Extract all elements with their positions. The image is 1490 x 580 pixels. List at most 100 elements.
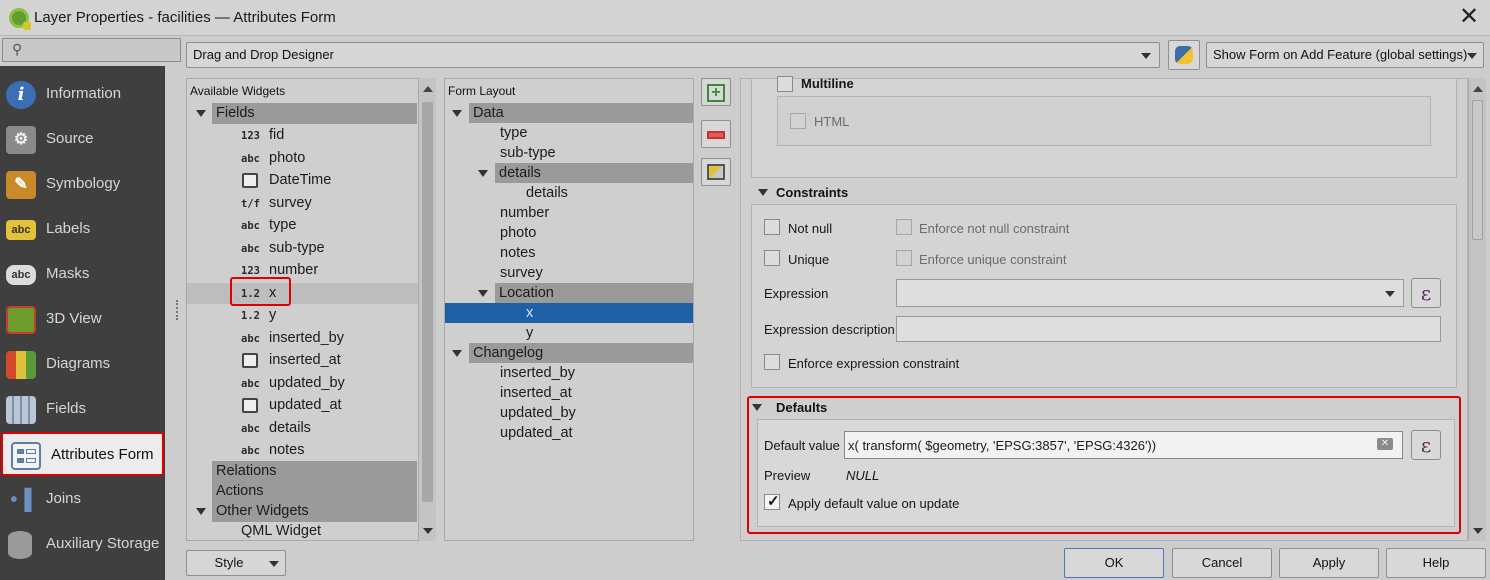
form-layout-container[interactable]: Data (469, 103, 693, 123)
apply-button[interactable]: Apply (1279, 548, 1379, 578)
show-form-select[interactable]: Show Form on Add Feature (global setting… (1206, 42, 1484, 68)
close-icon[interactable]: ✕ (1456, 4, 1482, 30)
designer-mode-select[interactable]: Drag and Drop Designer (186, 42, 1160, 68)
expand-arrow-icon[interactable] (478, 170, 488, 177)
field-label: updated_at (500, 425, 573, 441)
remove-button[interactable] (701, 120, 731, 148)
sidebar-item-source[interactable]: ⚙ Source (0, 118, 165, 162)
container-label: Data (473, 105, 504, 121)
sidebar-item-diagrams[interactable]: Diagrams (0, 343, 165, 387)
enforce-unique-checkbox[interactable] (896, 250, 912, 266)
field-item[interactable]: 1.2 y (187, 305, 418, 326)
field-item[interactable]: abc sub-type (187, 238, 418, 259)
style-button[interactable]: Style (186, 550, 286, 576)
field-x-highlight (230, 277, 291, 306)
form-layout-container[interactable]: details (495, 163, 693, 183)
chevron-down-icon (269, 561, 279, 567)
sidebar-item-information[interactable]: i Information (0, 73, 165, 117)
field-item[interactable]: t/f survey (187, 193, 418, 214)
enforce-not-null-checkbox[interactable] (896, 219, 912, 235)
sidebar-item-attributes-form[interactable]: Attributes Form (1, 432, 164, 476)
expand-arrow-icon[interactable] (478, 290, 488, 297)
sidebar-item-label: Masks (46, 265, 90, 282)
form-layout-field[interactable]: inserted_at (500, 383, 572, 403)
sidebar-item-auxiliary-storage[interactable]: Auxiliary Storage (0, 523, 165, 567)
python-init-button[interactable] (1168, 40, 1200, 70)
chevron-down-icon (1385, 291, 1395, 297)
container-label: details (499, 165, 541, 181)
form-layout-field[interactable]: inserted_by (500, 363, 575, 383)
multiline-checkbox[interactable] (777, 76, 793, 92)
field-type-icon: abc (241, 152, 260, 165)
form-layout-field[interactable]: y (526, 323, 533, 343)
qml-widget-item[interactable]: QML Widget (241, 521, 411, 541)
expression-input[interactable] (896, 279, 1404, 307)
expression-description-input[interactable] (896, 316, 1441, 342)
sidebar-item-label: Attributes Form (51, 446, 154, 463)
constraints-title[interactable]: Constraints (776, 185, 848, 200)
sidebar-item-label: Diagrams (46, 355, 111, 372)
field-name: DateTime (269, 172, 332, 188)
container-label: Location (499, 285, 554, 301)
form-layout-field[interactable]: x (445, 303, 693, 323)
fields-group[interactable]: Fields (212, 103, 417, 124)
form-layout-field[interactable]: sub-type (500, 143, 556, 163)
field-item[interactable]: abc updated_by (187, 373, 418, 394)
scroll-thumb[interactable] (422, 102, 433, 502)
sidebar-item-symbology[interactable]: ✎ Symbology (0, 163, 165, 207)
sidebar-item-masks[interactable]: abc Masks (0, 253, 165, 297)
form-layout-field[interactable]: updated_by (500, 403, 576, 423)
field-item[interactable]: abc notes (187, 440, 418, 461)
ok-button[interactable]: OK (1064, 548, 1164, 578)
properties-scrollbar[interactable] (1468, 78, 1486, 541)
field-item[interactable]: 123 number (187, 260, 418, 281)
form-layout-field[interactable]: type (500, 123, 527, 143)
sidebar-search-input[interactable]: ⚲ (2, 38, 181, 62)
sidebar-item-fields[interactable]: Fields (0, 388, 165, 432)
form-layout-field[interactable]: notes (500, 243, 535, 263)
expand-arrow-icon[interactable] (196, 508, 206, 515)
expand-arrow-icon[interactable] (452, 350, 462, 357)
expression-builder-button[interactable]: ε (1411, 278, 1441, 308)
actions-group[interactable]: Actions (212, 481, 417, 502)
field-item[interactable]: abc inserted_by (187, 328, 418, 349)
form-layout-field[interactable]: survey (500, 263, 543, 283)
sidebar-item-label: Symbology (46, 175, 121, 192)
field-item[interactable]: inserted_at (187, 350, 418, 371)
expand-arrow-icon[interactable] (196, 110, 206, 117)
sidebar-item-joins[interactable]: •▐ Joins (0, 478, 165, 522)
unique-checkbox[interactable] (764, 250, 780, 266)
field-item[interactable]: DateTime (187, 170, 418, 191)
form-layout-field[interactable]: details (526, 183, 568, 203)
field-item[interactable]: 1.2 x (187, 282, 418, 304)
field-item[interactable]: abc details (187, 418, 418, 439)
field-type-icon: abc (241, 242, 260, 255)
not-null-checkbox[interactable] (764, 219, 780, 235)
field-item[interactable]: updated_at (187, 395, 418, 416)
add-container-button[interactable]: + (701, 78, 731, 106)
scroll-down-icon (1473, 528, 1483, 534)
splitter-handle[interactable] (176, 300, 180, 320)
sidebar-item-labels[interactable]: abc Labels (0, 208, 165, 252)
database-icon (8, 531, 32, 559)
form-layout-field[interactable]: updated_at (500, 423, 573, 443)
field-item[interactable]: 123 fid (187, 125, 418, 146)
scroll-thumb[interactable] (1472, 100, 1483, 240)
other-widgets-group[interactable]: Other Widgets (212, 501, 417, 522)
form-layout-container[interactable]: Changelog (469, 343, 693, 363)
cancel-button[interactable]: Cancel (1172, 548, 1272, 578)
field-item[interactable]: abc photo (187, 148, 418, 169)
help-button[interactable]: Help (1386, 548, 1486, 578)
relations-group[interactable]: Relations (212, 461, 417, 482)
enforce-expression-checkbox[interactable] (764, 354, 780, 370)
form-layout-field[interactable]: photo (500, 223, 536, 243)
paintbrush-icon: ✎ (6, 171, 36, 199)
html-checkbox[interactable] (790, 113, 806, 129)
form-layout-container[interactable]: Location (495, 283, 693, 303)
available-widgets-scrollbar[interactable] (418, 78, 436, 541)
expand-arrow-icon[interactable] (452, 110, 462, 117)
form-layout-field[interactable]: number (500, 203, 549, 223)
sidebar-item-3d-view[interactable]: 3D View (0, 298, 165, 342)
field-item[interactable]: abc type (187, 215, 418, 236)
properties-button[interactable] (701, 158, 731, 186)
